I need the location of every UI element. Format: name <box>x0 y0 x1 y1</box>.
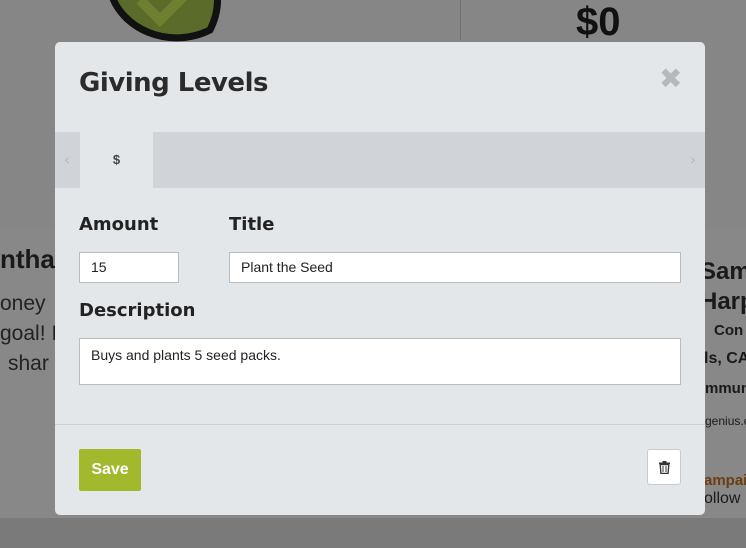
background-campaign-name: ntha <box>0 244 55 274</box>
delete-button[interactable] <box>647 449 681 485</box>
modal-header: Giving Levels ✖ <box>55 42 705 132</box>
background-raised-amount: $0 <box>576 0 621 44</box>
save-button[interactable]: Save <box>79 449 141 491</box>
title-input[interactable]: Plant the Seed <box>229 252 681 283</box>
description-textarea[interactable]: Buys and plants 5 seed packs. <box>79 338 681 385</box>
background-contact-link: Con <box>714 322 744 339</box>
background-campaign-link: ampai <box>704 472 746 489</box>
background-community: mmun <box>705 380 746 397</box>
footer-divider <box>55 424 705 425</box>
modal-title: Giving Levels <box>79 68 268 98</box>
background-text-line: shar <box>8 352 49 375</box>
background-organizer-name: Sama <box>700 258 746 285</box>
background-organizer-name: Harp <box>700 288 746 315</box>
background-website: genius.c <box>705 414 746 428</box>
background-location: ls, CA <box>704 350 746 367</box>
title-label: Title <box>229 214 275 235</box>
background-divider <box>460 0 461 40</box>
giving-levels-modal: Giving Levels ✖ ‹ $ › Amount Title 15 Pl… <box>55 42 705 515</box>
amount-input[interactable]: 15 <box>79 252 179 283</box>
background-text-line: goal! I <box>0 322 58 345</box>
background-text-line: oney <box>0 292 46 315</box>
background-follow: ollow <box>704 490 741 507</box>
description-label: Description <box>79 300 196 321</box>
tab-giving-level[interactable]: $ <box>80 132 153 188</box>
background-footer <box>0 518 746 548</box>
trash-icon <box>659 461 670 474</box>
close-icon[interactable]: ✖ <box>659 65 682 93</box>
giving-level-tabs: ‹ $ › <box>55 132 705 188</box>
chevron-left-icon[interactable]: ‹ <box>55 132 79 188</box>
chevron-right-icon[interactable]: › <box>681 132 705 188</box>
amount-label: Amount <box>79 214 159 235</box>
